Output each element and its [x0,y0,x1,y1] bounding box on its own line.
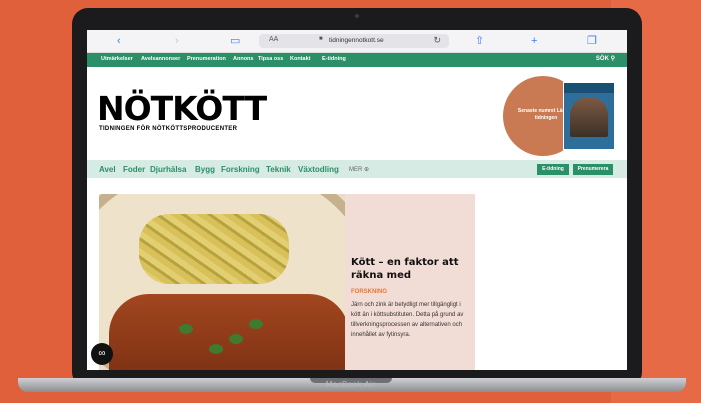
article-card[interactable]: Kött – en faktor att räkna med FORSKNING… [345,194,475,370]
herb-graphic [179,324,193,334]
search-label: SÖK [595,56,609,62]
section-nav-item[interactable]: Forskning [221,165,260,174]
plus-circle-icon: ⊕ [364,167,370,173]
aa-button[interactable]: AA [269,36,278,43]
article-title[interactable]: Kött – en faktor att räkna med [351,256,471,282]
reload-icon[interactable]: ↻ [433,35,441,46]
herb-graphic [249,319,263,329]
share-icon[interactable]: ⇧ [475,34,484,48]
magazine-cover[interactable] [563,82,615,150]
device-label: MacBook Air [325,380,376,389]
safari-toolbar: ‹ › ▭ AA ■ tidningennotkott.se ↻ ⇧ + ❐ [87,30,627,53]
more-menu[interactable]: MER ⊕ [349,166,369,173]
top-nav-item[interactable]: Prenumeration [187,56,226,62]
top-nav-item[interactable]: E-tidning [322,56,346,62]
camera-dot [355,14,359,18]
top-nav-item[interactable]: Tipsa oss [258,56,283,62]
article-category[interactable]: FORSKNING [351,289,387,295]
forward-icon[interactable]: › [175,34,179,48]
book-icon[interactable]: ▭ [230,34,240,48]
subscribe-button[interactable]: Prenumerera [573,164,613,175]
search-icon: ⚲ [610,56,615,62]
site-logo[interactable]: NÖTKÖTT [97,92,267,125]
section-nav-item[interactable]: Bygg [195,165,215,174]
etidning-button[interactable]: E-tidning [537,164,569,175]
section-nav-item[interactable]: Djurhälsa [150,165,186,174]
browser-screen: ‹ › ▭ AA ■ tidningennotkott.se ↻ ⇧ + ❐ U… [87,30,627,370]
search-button[interactable]: SÖK ⚲ [596,55,615,62]
herb-graphic [229,334,243,344]
section-nav-item[interactable]: Teknik [266,165,291,174]
section-nav-item[interactable]: Foder [123,165,145,174]
section-nav-item[interactable]: Avel [99,165,116,174]
link-icon[interactable]: ∞ [91,343,113,365]
site-tagline: TIDNINGEN FÖR NÖTKÖTTSPRODUCENTER [99,126,238,132]
top-nav-item[interactable]: Avelsannonser [141,56,180,62]
section-nav-item[interactable]: Växtodling [298,165,339,174]
article-excerpt: Järn och zink är betydligt mer tillgängl… [351,302,464,338]
url-text: tidningennotkott.se [329,37,384,44]
top-nav-item[interactable]: Kontakt [290,56,310,62]
magazine-photo [570,97,608,137]
top-nav-item[interactable]: Utmärkelser [101,56,133,62]
article-image[interactable] [99,194,345,370]
tabs-icon[interactable]: ❐ [587,34,597,48]
more-label: MER [349,167,363,173]
address-bar[interactable]: AA ■ tidningennotkott.se ↻ [259,34,449,48]
top-nav-item[interactable]: Annons [233,56,253,62]
green-beans-graphic [139,214,289,284]
herb-graphic [209,344,223,354]
new-tab-icon[interactable]: + [531,34,537,48]
top-nav: Utmärkelser Avelsannonser Prenumeration … [87,53,627,67]
steak-graphic [109,294,345,370]
section-nav: Avel Foder Djurhälsa Bygg Forskning Tekn… [87,160,627,178]
lock-icon: ■ [319,36,323,42]
magazine-masthead [564,83,614,93]
back-icon[interactable]: ‹ [117,34,121,48]
